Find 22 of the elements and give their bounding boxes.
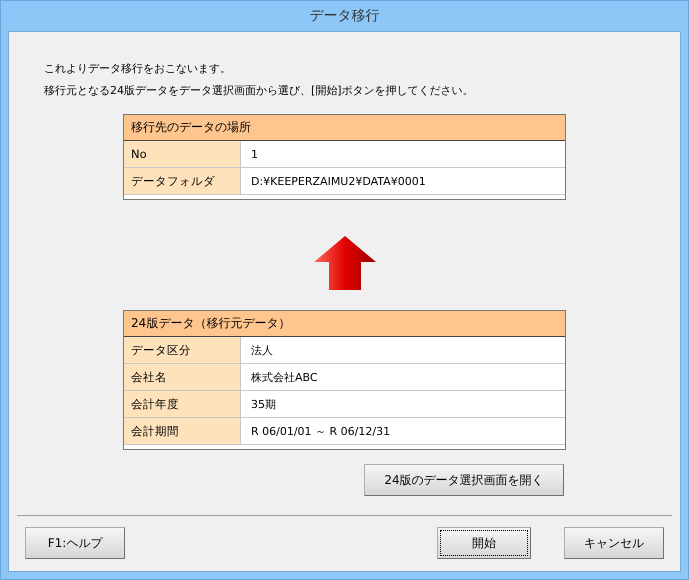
window-title: データ移行	[308, 7, 380, 26]
table-title: 24版データ（移行元データ）	[131, 315, 290, 332]
row-value: D:¥KEEPERZAIMU2¥DATA¥0001	[250, 174, 427, 190]
row-value: R 06/01/01 ～ R 06/12/31	[250, 424, 392, 440]
dialog-button[interactable]: F1:ヘルプ	[25, 527, 125, 559]
row-value: 株式会社ABC	[250, 370, 319, 386]
row-label: データフォルダ	[124, 168, 241, 194]
open-selection-button[interactable]: 24版のデータ選択画面を開く	[364, 464, 564, 496]
row-value: 法人	[250, 342, 274, 358]
row-label: データ区分	[124, 337, 241, 363]
dialog-button[interactable]: キャンセル	[564, 527, 664, 559]
instruction-text: 移行元となる24版データをデータ選択画面から選び、[開始]ボタンを押してください。	[44, 83, 474, 99]
row-value: 35期	[250, 396, 277, 412]
instruction-text: これよりデータ移行をおこないます。	[44, 61, 231, 77]
row-label: 会社名	[124, 364, 241, 390]
table-title: 移行先のデータの場所	[131, 119, 251, 136]
row-label: No	[124, 141, 241, 167]
row-value: 1	[250, 146, 259, 162]
row-label: 会計期間	[124, 418, 241, 444]
row-label: 会計年度	[124, 391, 241, 417]
dialog-button[interactable]: 開始	[437, 527, 531, 559]
up-arrow-icon	[314, 236, 376, 290]
